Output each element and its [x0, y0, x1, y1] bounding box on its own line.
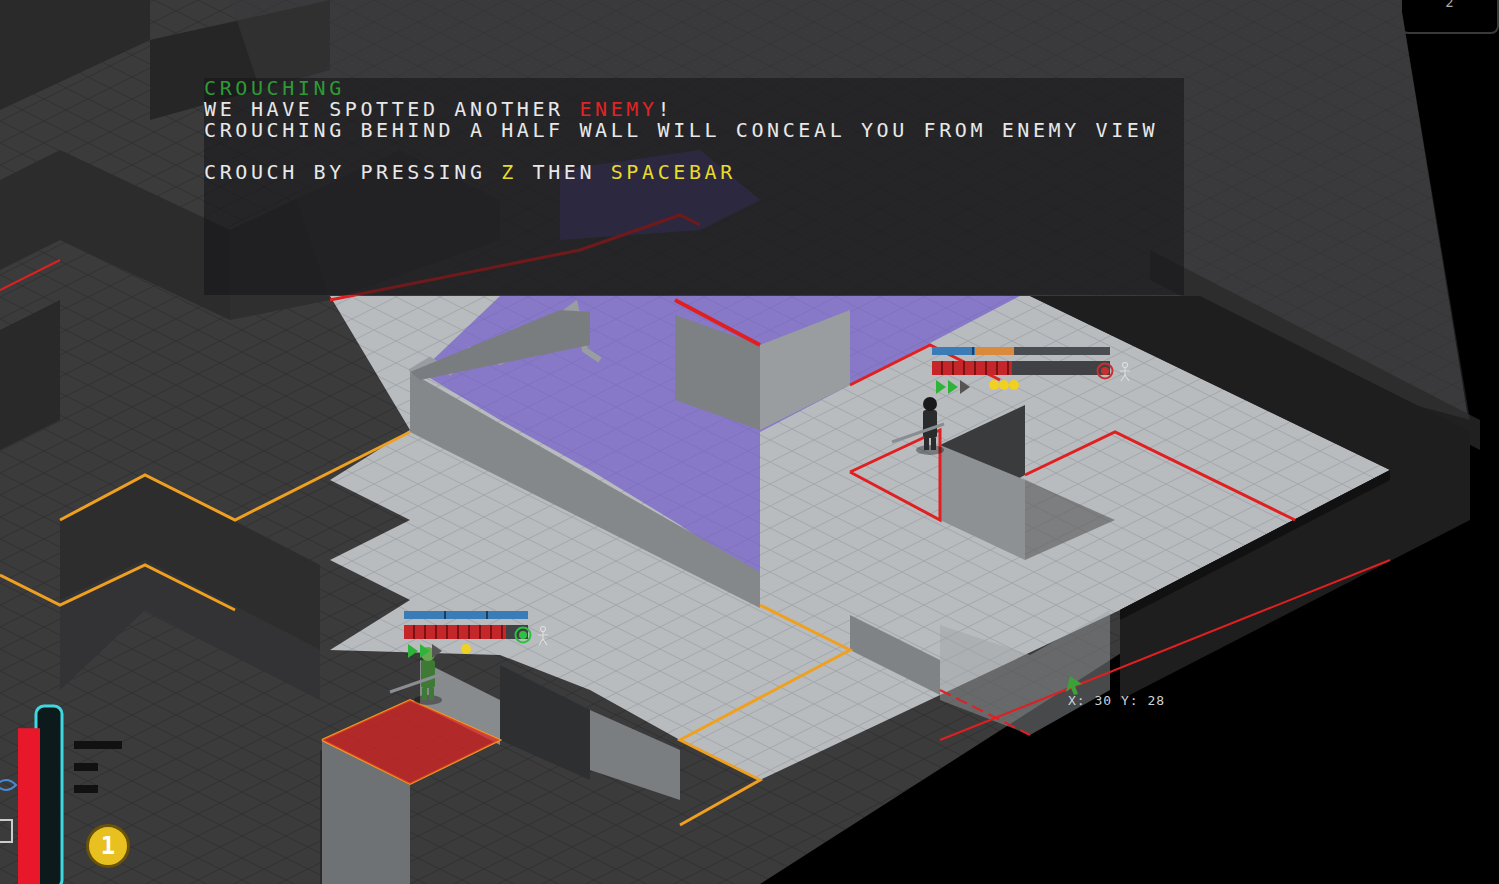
stance-figure-icon	[536, 626, 550, 646]
action-points-icon	[988, 378, 1028, 392]
tutorial-text: SPACEBAR	[611, 160, 736, 184]
tutorial-line: WE HAVE SPOTTED ANOTHER ENEMY!	[204, 99, 1184, 120]
stance-figure-icon	[1118, 362, 1132, 382]
corner-counter: 2	[1400, 0, 1499, 34]
tutorial-text: WE HAVE SPOTTED ANOTHER	[204, 97, 579, 121]
health-fill	[932, 361, 1012, 375]
moves-icon	[934, 379, 974, 395]
tutorial-title: CROUCHING	[204, 78, 1184, 99]
tutorial-text: THEN	[517, 160, 611, 184]
tutorial-text: CROUCHING BEHIND A HALF WALL WILL CONCEA…	[204, 118, 1158, 142]
enemy-status-bar	[932, 347, 1110, 375]
cursor-coordinates: X: 30 Y: 28	[1068, 693, 1165, 708]
armor-fill	[932, 347, 975, 355]
tutorial-line: CROUCH BY PRESSING Z THEN SPACEBAR	[204, 162, 1184, 183]
armor-track	[932, 347, 1110, 355]
health-track	[932, 361, 1110, 375]
alert-fill	[975, 347, 1014, 355]
player-status-bar	[404, 611, 528, 639]
tutorial-text: CROUCH BY PRESSING	[204, 160, 501, 184]
tutorial-text: !	[658, 97, 674, 121]
health-fill	[404, 625, 506, 639]
tutorial-line	[204, 141, 1184, 162]
health-bar	[18, 728, 40, 884]
enemy-unit[interactable]	[892, 397, 944, 455]
tutorial-panel: CROUCHINGWE HAVE SPOTTED ANOTHER ENEMY!C…	[204, 78, 1184, 295]
game-view[interactable]: CROUCHINGWE HAVE SPOTTED ANOTHER ENEMY!C…	[0, 0, 1499, 884]
status-face-icon	[514, 626, 532, 644]
selected-tile[interactable]	[322, 700, 500, 784]
armor-track	[404, 611, 528, 619]
armor-fill	[404, 611, 528, 619]
card-icon	[0, 820, 12, 842]
status-face-icon	[1096, 362, 1114, 380]
tutorial-text: ENEMY	[579, 97, 657, 121]
tutorial-line: CROUCHING BEHIND A HALF WALL WILL CONCEA…	[204, 120, 1184, 141]
credits-coin: 1	[86, 824, 130, 868]
action-points-icon	[460, 642, 500, 656]
tutorial-text: Z	[501, 160, 517, 184]
health-track	[404, 625, 528, 639]
eye-icon	[0, 780, 16, 790]
moves-icon	[406, 643, 446, 659]
